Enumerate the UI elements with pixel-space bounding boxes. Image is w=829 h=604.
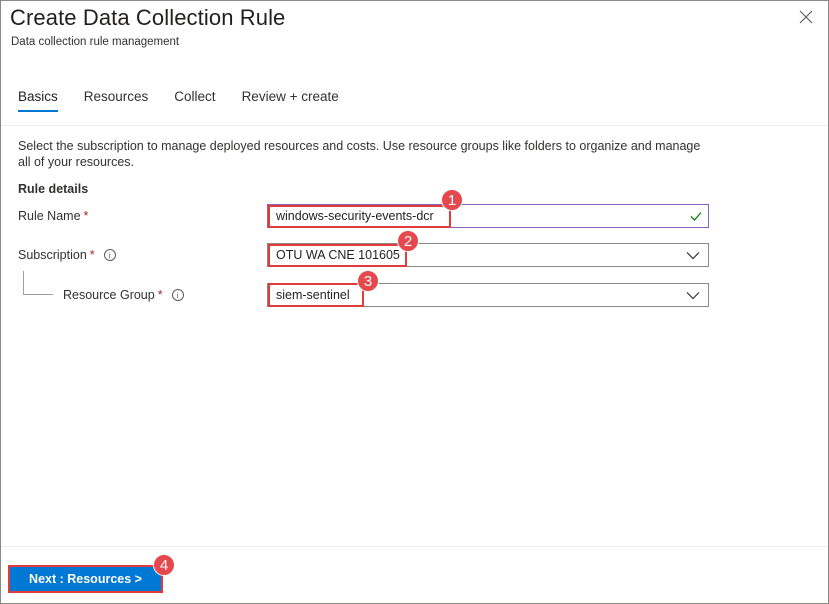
page-subtitle: Data collection rule management xyxy=(11,36,180,48)
section-heading: Rule details xyxy=(18,182,89,196)
required-marker: * xyxy=(89,248,95,262)
description-text: Select the subscription to manage deploy… xyxy=(18,139,701,169)
required-marker: * xyxy=(83,209,89,223)
info-icon[interactable]: i xyxy=(103,249,116,261)
chevron-down-icon xyxy=(686,289,700,301)
next-resources-button[interactable]: Next : Resources > xyxy=(10,567,161,591)
footer-divider xyxy=(2,546,827,547)
subscription-label-text: Subscription xyxy=(18,248,87,262)
required-marker: * xyxy=(157,288,163,302)
subscription-dropdown[interactable]: OTU WA CNE 101605 xyxy=(267,243,709,267)
subscription-value: OTU WA CNE 101605 xyxy=(276,248,400,262)
wizard-tabs: Basics Resources Collect Review + create xyxy=(18,89,365,112)
resource-group-label-text: Resource Group xyxy=(63,288,155,302)
tree-connector-horizontal xyxy=(23,294,53,295)
step-badge-3: 3 xyxy=(357,270,379,292)
tab-collect[interactable]: Collect xyxy=(174,89,215,110)
info-icon[interactable]: i xyxy=(171,289,184,301)
resource-group-dropdown[interactable]: siem-sentinel xyxy=(267,283,709,307)
checkmark-icon xyxy=(689,209,703,223)
resource-group-label: Resource Group * i xyxy=(63,288,184,302)
chevron-down-icon xyxy=(686,249,700,261)
step-badge-2: 2 xyxy=(397,230,419,252)
step-badge-1: 1 xyxy=(441,189,463,211)
tab-basics[interactable]: Basics xyxy=(18,89,58,112)
tree-connector-vertical xyxy=(23,271,24,295)
tabs-divider xyxy=(2,125,827,126)
step-badge-4: 4 xyxy=(153,554,175,576)
tab-review-create[interactable]: Review + create xyxy=(242,89,339,110)
rule-name-label: Rule Name * xyxy=(18,209,88,223)
rule-name-label-text: Rule Name xyxy=(18,209,81,223)
create-dcr-panel: Create Data Collection Rule Data collect… xyxy=(0,0,829,604)
resource-group-value: siem-sentinel xyxy=(276,288,350,302)
rule-name-value: windows-security-events-dcr xyxy=(276,209,434,223)
close-icon[interactable] xyxy=(796,7,816,27)
tab-resources[interactable]: Resources xyxy=(84,89,149,110)
page-title: Create Data Collection Rule xyxy=(10,5,286,30)
rule-name-input[interactable]: windows-security-events-dcr xyxy=(267,204,709,228)
subscription-label: Subscription * i xyxy=(18,248,116,262)
